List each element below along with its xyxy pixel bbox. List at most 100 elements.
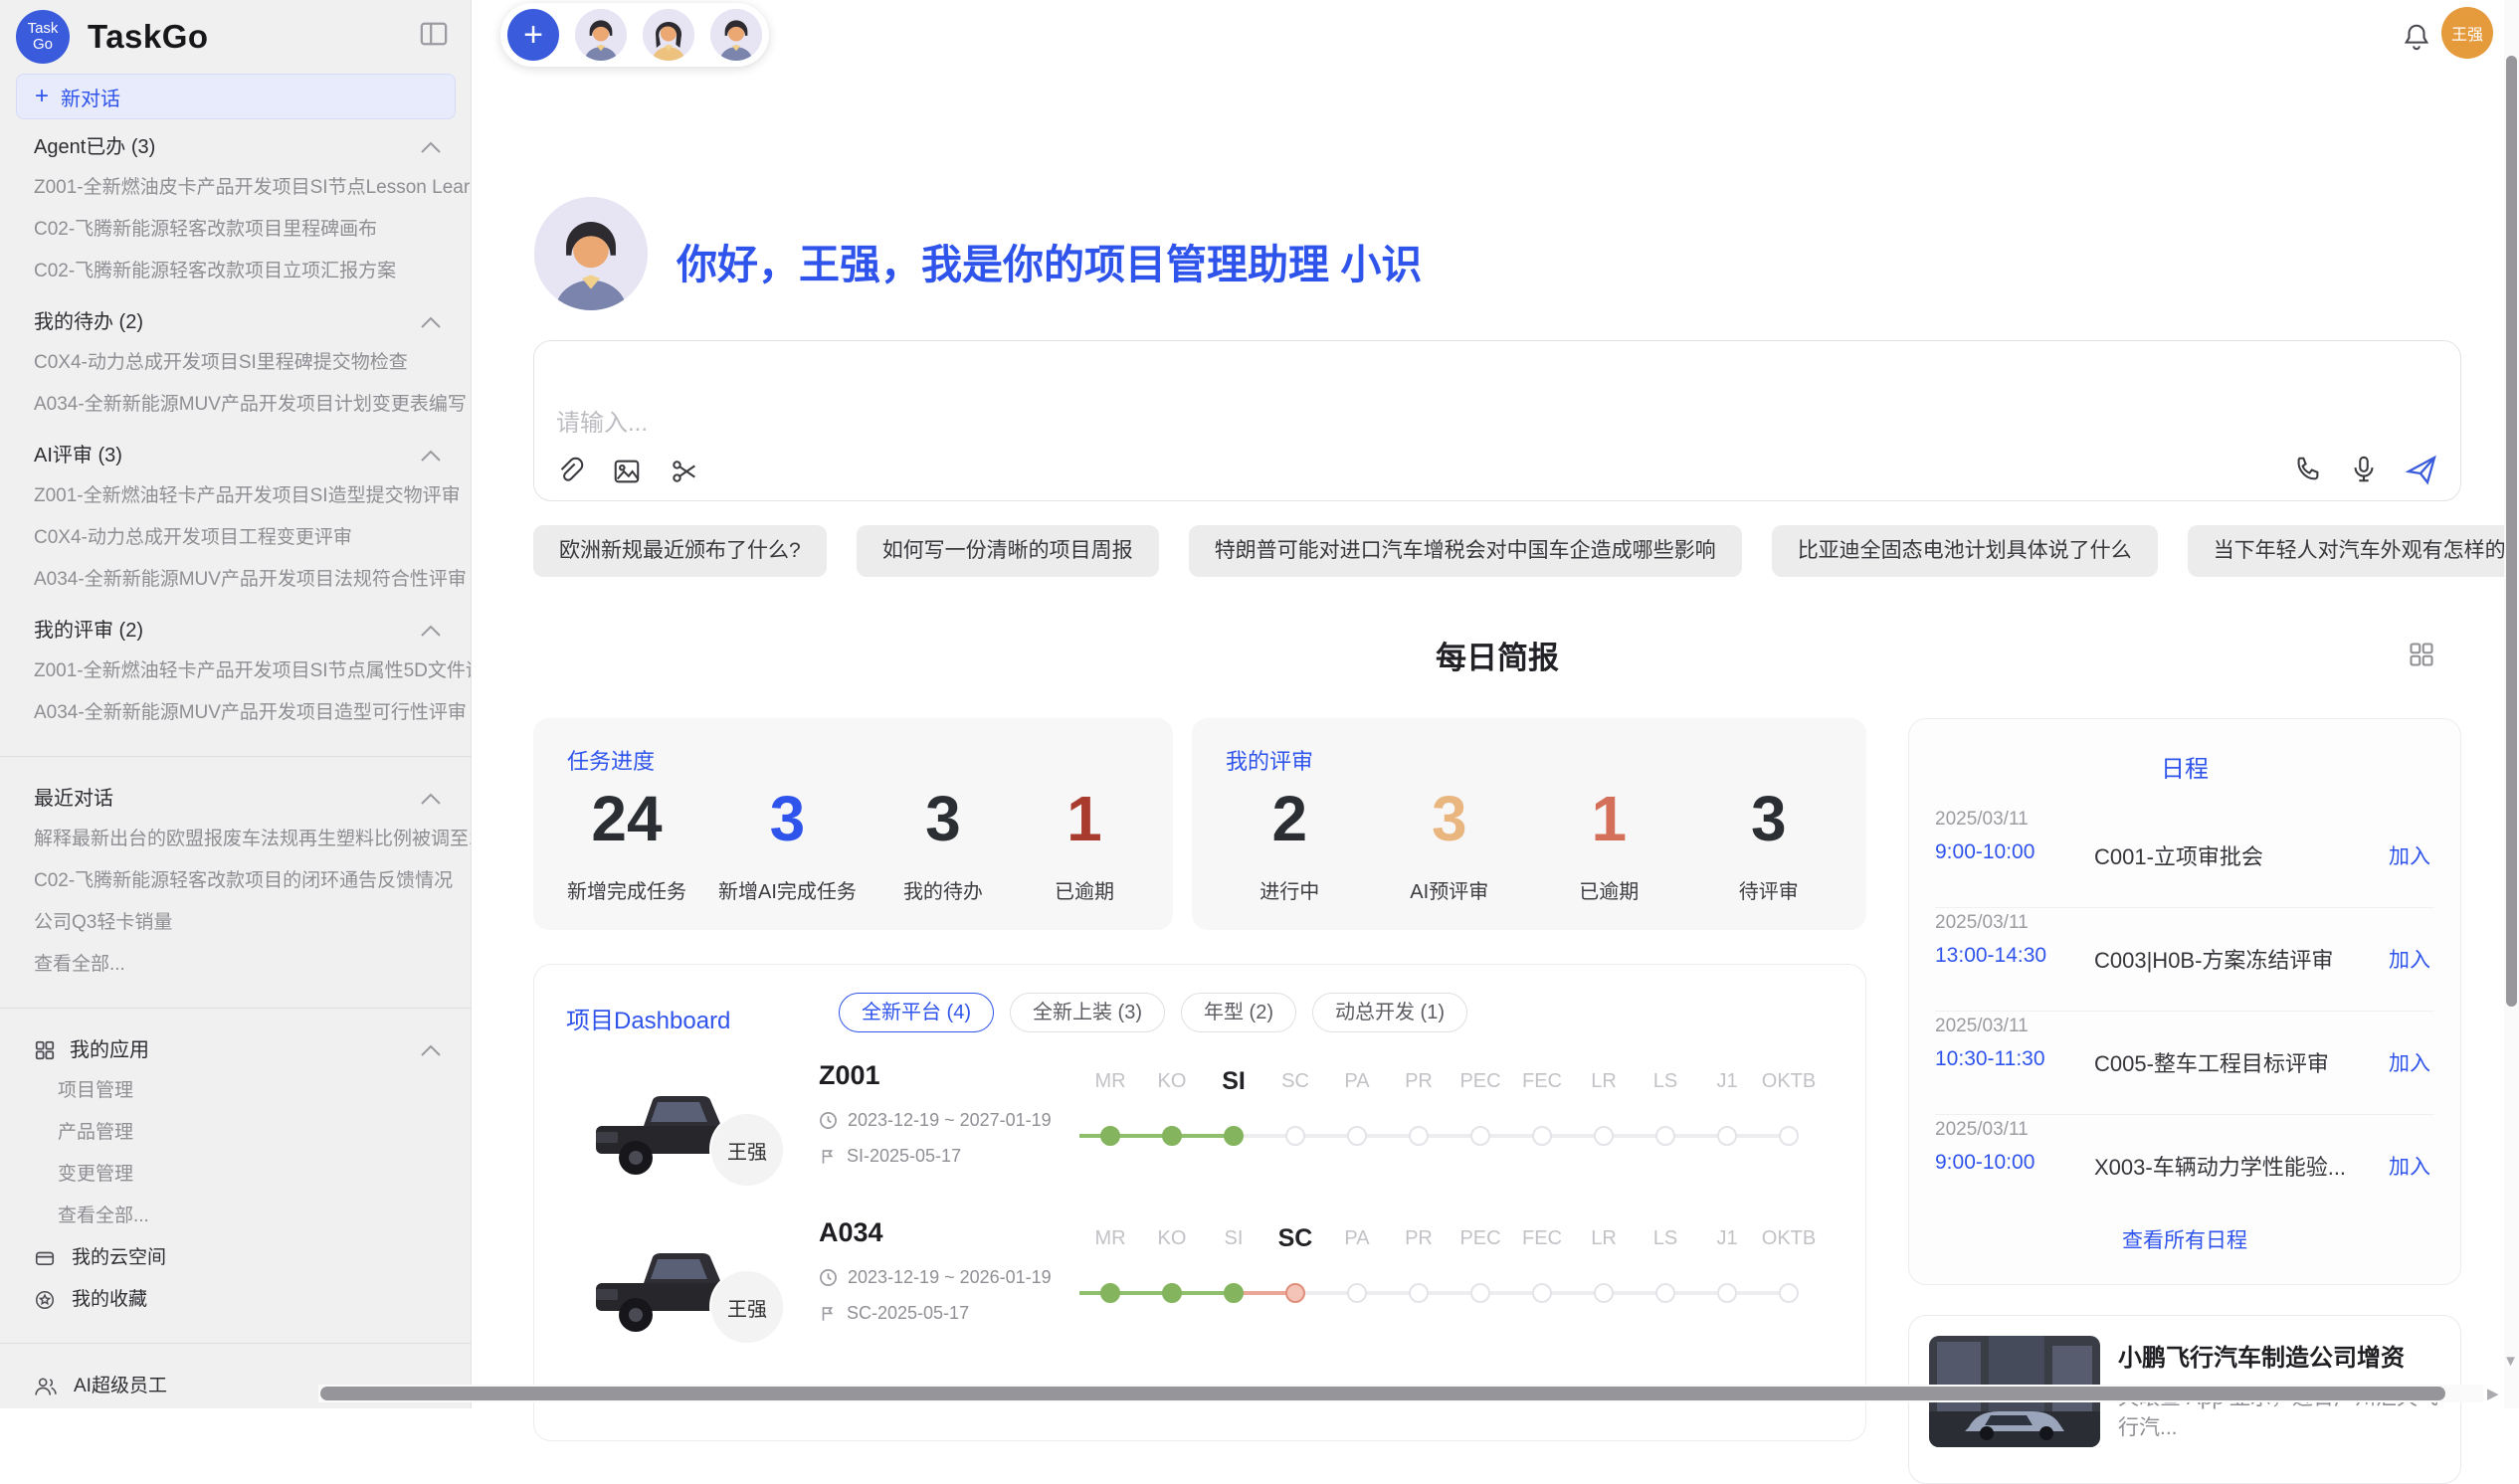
add-session-button[interactable]: + <box>507 9 559 61</box>
section-label: 最近对话 <box>34 779 113 819</box>
milestone-dot[interactable] <box>1532 1126 1552 1146</box>
milestone-dot[interactable] <box>1224 1126 1244 1146</box>
sidebar-section-header[interactable]: AI评审 (3) <box>34 436 472 475</box>
sidebar-link-我的收藏[interactable]: 我的收藏 <box>34 1279 472 1321</box>
milestone-dot[interactable] <box>1655 1283 1675 1303</box>
avatar[interactable] <box>710 9 762 61</box>
event-time: 9:00-10:00 <box>1935 840 2035 864</box>
milestone-dot[interactable] <box>1779 1126 1799 1146</box>
sidebar-item[interactable]: C02-飞腾新能源轻客改款项目里程碑画布 <box>34 209 472 251</box>
sidebar-item[interactable]: A034-全新新能源MUV产品开发项目法规符合性评审 <box>34 559 472 601</box>
sidebar-link-我的云空间[interactable]: 我的云空间 <box>34 1237 472 1279</box>
chat-input-box[interactable]: 请输入... <box>533 340 2461 501</box>
app-item[interactable]: 变更管理 <box>34 1154 472 1196</box>
milestone-dot[interactable] <box>1162 1126 1182 1146</box>
milestone-dot[interactable] <box>1347 1126 1367 1146</box>
vertical-scrollbar-thumb[interactable] <box>2506 56 2517 1007</box>
view-all-schedule-link[interactable]: 查看所有日程 <box>1909 1224 2460 1254</box>
milestone-SC: SC <box>1264 1221 1326 1341</box>
suggestion-chip[interactable]: 比亚迪全固态电池计划具体说了什么 <box>1772 525 2158 577</box>
join-meeting-link[interactable]: 加入 <box>2389 1151 2430 1181</box>
event-time: 13:00-14:30 <box>1935 944 2046 968</box>
suggestion-chip[interactable]: 当下年轻人对汽车外观有怎样的喜好趋势 <box>2188 525 2519 577</box>
sidebar-item[interactable]: Z001-全新燃油皮卡产品开发项目SI节点Lesson Learn报告 <box>34 167 472 209</box>
suggestion-chip[interactable]: 欧洲新规最近颁布了什么? <box>533 525 827 577</box>
notification-bell-icon[interactable] <box>2402 22 2431 52</box>
schedule-title: 日程 <box>1909 749 2460 784</box>
horizontal-scrollbar-thumb[interactable] <box>320 1387 2445 1400</box>
phone-call-icon[interactable] <box>2293 455 2323 484</box>
image-upload-icon[interactable] <box>612 457 642 486</box>
milestone-dot[interactable] <box>1224 1283 1244 1303</box>
clock-icon <box>819 1268 838 1287</box>
recent-chat-item[interactable]: C02-飞腾新能源轻客改款项目的闭环通告反馈情况 <box>34 860 472 902</box>
avatar[interactable] <box>643 9 694 61</box>
dashboard-tab[interactable]: 年型 (2) <box>1181 993 1296 1032</box>
sidebar-item[interactable]: A034-全新新能源MUV产品开发项目造型可行性评审 <box>34 692 472 734</box>
milestone-dot[interactable] <box>1347 1283 1367 1303</box>
app-item[interactable]: 产品管理 <box>34 1112 472 1154</box>
milestone-dot[interactable] <box>1779 1283 1799 1303</box>
microphone-icon[interactable] <box>2349 455 2379 484</box>
collapse-sidebar-icon[interactable] <box>419 20 449 48</box>
milestone-dot[interactable] <box>1655 1126 1675 1146</box>
milestone-dot[interactable] <box>1594 1126 1614 1146</box>
my-apps-header[interactable]: 我的应用 <box>34 1030 472 1070</box>
divider <box>0 1008 472 1009</box>
milestone-dot[interactable] <box>1285 1283 1305 1303</box>
app-item[interactable]: 项目管理 <box>34 1070 472 1112</box>
send-icon[interactable] <box>2405 453 2438 486</box>
sidebar-section-header[interactable]: 我的待办 (2) <box>34 302 472 342</box>
sidebar-item[interactable]: Z001-全新燃油轻卡产品开发项目SI节点属性5D文件评审 <box>34 650 472 692</box>
sidebar-item[interactable]: C0X4-动力总成开发项目SI里程碑提交物检查 <box>34 342 472 384</box>
project-dates: 2023-12-19 ~ 2027-01-19 <box>819 1110 1052 1131</box>
sidebar-item[interactable]: C02-飞腾新能源轻客改款项目立项汇报方案 <box>34 251 472 292</box>
recent-chat-item[interactable]: 公司Q3轻卡销量 <box>34 902 472 944</box>
join-meeting-link[interactable]: 加入 <box>2389 1047 2430 1077</box>
join-meeting-link[interactable]: 加入 <box>2389 944 2430 974</box>
suggestion-chip[interactable]: 如何写一份清晰的项目周报 <box>857 525 1159 577</box>
milestone-dot[interactable] <box>1594 1283 1614 1303</box>
sidebar-item[interactable]: A034-全新新能源MUV产品开发项目计划变更表编写 <box>34 384 472 426</box>
scroll-right-arrow-icon[interactable]: ▶ <box>2487 1385 2499 1402</box>
view-all-apps-link[interactable]: 查看全部... <box>34 1196 472 1237</box>
milestone-dot[interactable] <box>1532 1283 1552 1303</box>
milestone-dot[interactable] <box>1100 1126 1120 1146</box>
user-avatar[interactable]: 王强 <box>2441 7 2493 59</box>
milestone-dot[interactable] <box>1470 1283 1490 1303</box>
avatar[interactable] <box>575 9 627 61</box>
layout-grid-icon[interactable] <box>2408 641 2435 668</box>
sidebar-section-header[interactable]: 我的评审 (2) <box>34 611 472 650</box>
view-all-chats-link[interactable]: 查看全部... <box>34 944 472 986</box>
project-milestone-date: SC-2025-05-17 <box>819 1303 969 1324</box>
milestone-dot[interactable] <box>1409 1126 1429 1146</box>
dashboard-tab[interactable]: 动总开发 (1) <box>1312 993 1467 1032</box>
dates-text: 2023-12-19 ~ 2026-01-19 <box>848 1267 1052 1288</box>
scissors-icon[interactable] <box>670 457 699 486</box>
join-meeting-link[interactable]: 加入 <box>2389 840 2430 870</box>
milestone-dot[interactable] <box>1409 1283 1429 1303</box>
sidebar-item[interactable]: C0X4-动力总成开发项目工程变更评审 <box>34 517 472 559</box>
sidebar-section-header[interactable]: Agent已办 (3) <box>34 127 472 167</box>
stat-value: 3 <box>888 782 998 855</box>
dashboard-tab[interactable]: 全新平台 (4) <box>839 993 994 1032</box>
milestone-dot[interactable] <box>1285 1126 1305 1146</box>
sidebar-item[interactable]: Z001-全新燃油轻卡产品开发项目SI造型提交物评审 <box>34 475 472 517</box>
suggestion-chip[interactable]: 特朗普可能对进口汽车增税会对中国车企造成哪些影响 <box>1189 525 1742 577</box>
chevron-up-icon <box>420 450 442 463</box>
milestone-dot[interactable] <box>1100 1283 1120 1303</box>
milestone-dot[interactable] <box>1717 1126 1737 1146</box>
composer-right-tools <box>2293 453 2438 486</box>
chevron-up-icon <box>420 625 442 638</box>
recent-chats-header[interactable]: 最近对话 <box>34 779 472 819</box>
new-chat-button[interactable]: + 新对话 <box>16 74 456 119</box>
milestone-dot[interactable] <box>1717 1283 1737 1303</box>
milestone-dot[interactable] <box>1470 1126 1490 1146</box>
dashboard-tab[interactable]: 全新上装 (3) <box>1010 993 1165 1032</box>
milestone-dot[interactable] <box>1162 1283 1182 1303</box>
chevron-up-icon <box>420 316 442 329</box>
attachment-icon[interactable] <box>554 457 584 486</box>
scroll-down-arrow-icon[interactable]: ▼ <box>2503 1353 2518 1370</box>
recent-chat-item[interactable]: 解释最新出台的欧盟报废车法规再生塑料比例被调至15%... <box>34 819 472 860</box>
stat-AI预评审: 3AI预评审 <box>1395 782 1504 904</box>
